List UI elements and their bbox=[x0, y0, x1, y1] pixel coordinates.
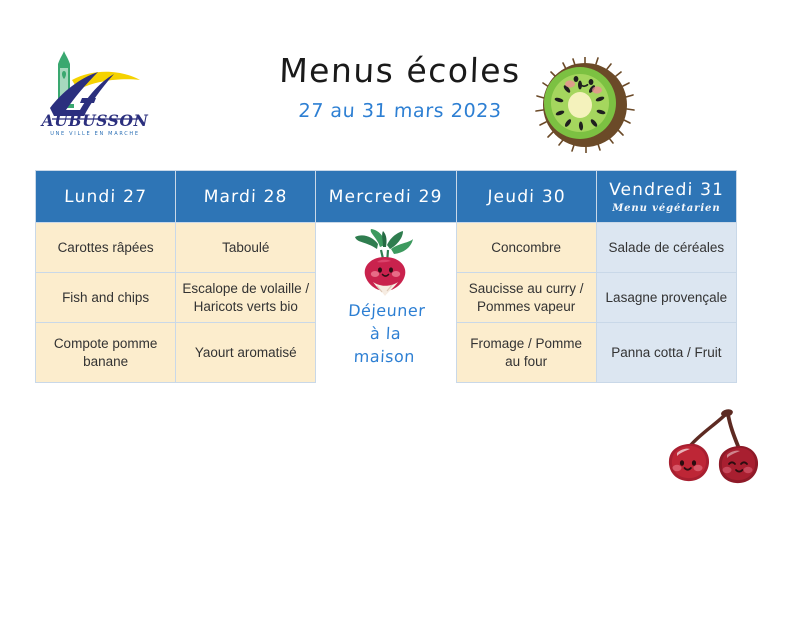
cell-lundi-entree: Carottes râpées bbox=[34, 222, 177, 273]
day-label-mardi: Mardi 28 bbox=[203, 186, 289, 207]
cell-vendredi-plat: Lasagne provençale bbox=[595, 272, 737, 323]
table-body: Carottes râpées Taboulé Déjeuner à la ma… bbox=[34, 222, 737, 383]
cell-lundi-plat: Fish and chips bbox=[34, 272, 177, 323]
cell-jeudi-plat: Saucisse au curry / Pommes vapeur bbox=[455, 272, 597, 323]
menu-table: Lundi 27 Mardi 28 Mercredi 29 Jeudi 30 V… bbox=[34, 170, 737, 383]
table-row: Carottes râpées Taboulé Déjeuner à la ma… bbox=[34, 222, 737, 383]
column-header-vendredi: Vendredi 31 Menu végétarien bbox=[595, 170, 737, 223]
logo-tagline: UNE VILLE EN MARCHE bbox=[50, 131, 140, 137]
aubusson-logo: AUBUSSON UNE VILLE EN MARCHE bbox=[36, 46, 154, 138]
column-header-lundi: Lundi 27 bbox=[34, 170, 177, 223]
cell-jeudi-entree: Concombre bbox=[455, 222, 597, 273]
vegetarian-note: Menu végétarien bbox=[612, 202, 721, 214]
cell-vendredi-entree: Salade de céréales bbox=[595, 222, 737, 273]
day-label-mercredi: Mercredi 29 bbox=[328, 186, 444, 207]
cell-mardi-dessert: Yaourt aromatisé bbox=[175, 322, 317, 383]
page-title: Menus écoles bbox=[278, 51, 522, 90]
table-header-row: Lundi 27 Mardi 28 Mercredi 29 Jeudi 30 V… bbox=[34, 170, 737, 223]
page-header: AUBUSSON UNE VILLE EN MARCHE Menus école… bbox=[0, 0, 800, 165]
column-header-mercredi: Mercredi 29 bbox=[315, 170, 457, 223]
lunch-at-home-text: Déjeuner à la maison bbox=[317, 299, 456, 369]
lunch-at-home-line3: maison bbox=[353, 347, 416, 367]
page-subtitle: 27 au 31 mars 2023 bbox=[297, 99, 503, 122]
cell-mercredi-lunch-at-home: Déjeuner à la maison bbox=[315, 222, 457, 383]
title-block: Menus écoles 27 au 31 mars 2023 bbox=[255, 51, 545, 122]
logo-wordmark: AUBUSSON bbox=[40, 111, 149, 130]
lunch-at-home-line1: Déjeuner bbox=[348, 301, 427, 320]
day-label-jeudi: Jeudi 30 bbox=[486, 186, 566, 207]
day-label-lundi: Lundi 27 bbox=[63, 186, 148, 207]
radish-icon bbox=[347, 229, 425, 297]
cell-vendredi-dessert: Panna cotta / Fruit bbox=[595, 322, 737, 383]
table-header: Lundi 27 Mardi 28 Mercredi 29 Jeudi 30 V… bbox=[34, 170, 737, 223]
cell-lundi-dessert: Compote pomme banane bbox=[34, 322, 177, 383]
column-header-jeudi: Jeudi 30 bbox=[455, 170, 597, 223]
cherries-icon bbox=[664, 408, 776, 493]
kiwi-fruit-icon bbox=[535, 56, 635, 154]
cell-jeudi-dessert: Fromage / Pomme au four bbox=[455, 322, 597, 383]
lunch-at-home-line2: à la bbox=[369, 324, 403, 344]
column-header-mardi: Mardi 28 bbox=[175, 170, 317, 223]
day-label-vendredi: Vendredi 31 bbox=[608, 179, 725, 200]
cell-mardi-entree: Taboulé bbox=[175, 222, 317, 273]
cell-mardi-plat: Escalope de volaille / Haricots verts bi… bbox=[175, 272, 317, 323]
